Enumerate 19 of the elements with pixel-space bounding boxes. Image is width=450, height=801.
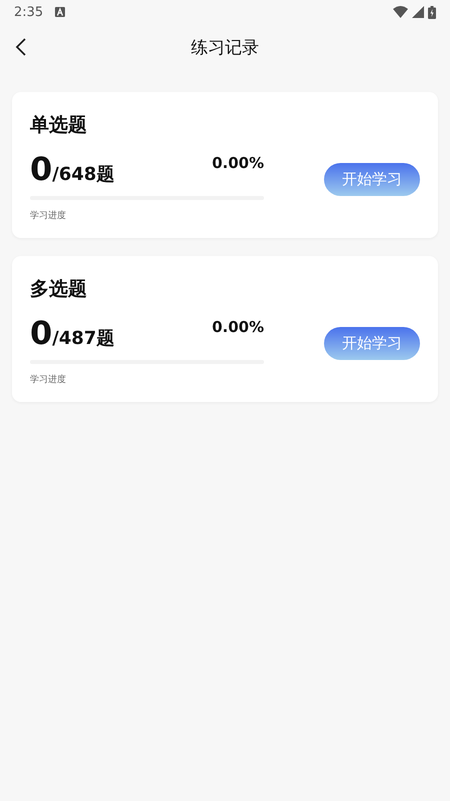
card-title: 单选题 <box>30 113 88 138</box>
start-button[interactable]: 开始学习 <box>324 162 420 196</box>
total-count: /648题 <box>52 163 114 186</box>
battery-icon <box>428 6 436 18</box>
wifi-icon <box>393 6 408 18</box>
back-button[interactable] <box>14 37 28 57</box>
total-count: /487题 <box>52 327 114 350</box>
card-title: 多选题 <box>30 277 88 302</box>
status-time: 2:35 <box>14 4 44 20</box>
done-count: 0 <box>30 150 52 188</box>
progress-percent: 0.00% <box>212 154 264 172</box>
page-title: 练习记录 <box>191 36 259 58</box>
progress-percent: 0.00% <box>212 318 264 336</box>
notification-icon <box>55 7 66 17</box>
progress-caption: 学习进度 <box>30 374 67 386</box>
start-button[interactable]: 开始学习 <box>324 326 420 360</box>
progress-caption: 学习进度 <box>30 210 67 222</box>
signal-icon <box>412 6 424 18</box>
done-count: 0 <box>30 314 52 352</box>
